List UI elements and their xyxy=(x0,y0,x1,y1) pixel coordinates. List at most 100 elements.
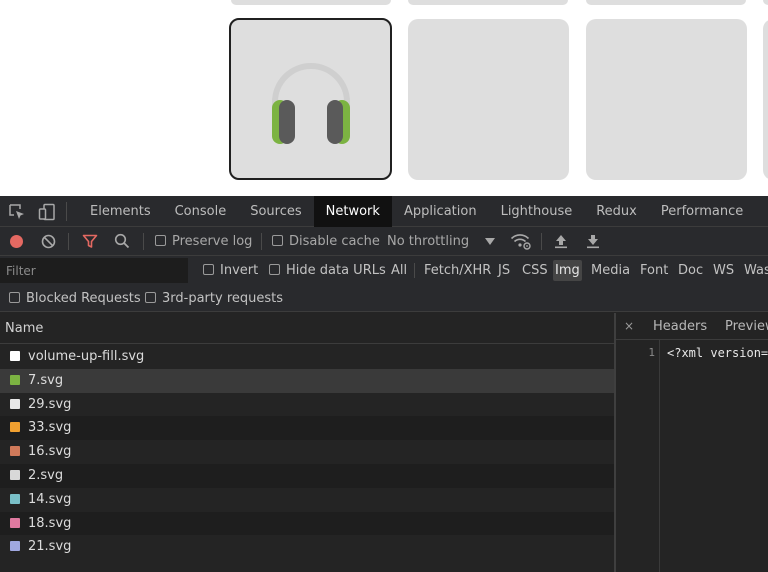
disable-cache-label: Disable cache xyxy=(289,234,380,249)
filter-input[interactable] xyxy=(0,258,188,283)
tab-performance[interactable]: Performance xyxy=(649,196,755,227)
request-row[interactable]: volume-up-fill.svg xyxy=(0,345,614,369)
request-row[interactable]: 16.svg xyxy=(0,440,614,464)
tab-sources[interactable]: Sources xyxy=(238,196,313,227)
headphones-icon xyxy=(272,63,350,144)
tab-preview[interactable]: Preview xyxy=(725,313,768,340)
tile-top-3[interactable] xyxy=(586,0,746,5)
request-name: 16.svg xyxy=(28,444,72,460)
name-column-header[interactable]: Name xyxy=(0,313,614,344)
toolbar-divider xyxy=(541,233,542,250)
record-icon[interactable] xyxy=(9,234,24,249)
preserve-log-checkbox[interactable]: Preserve log xyxy=(155,227,252,256)
hide-data-urls-checkbox[interactable]: Hide data URLs xyxy=(269,256,386,285)
export-har-icon[interactable] xyxy=(586,234,600,249)
checkbox-box[interactable] xyxy=(155,235,166,246)
clear-icon[interactable] xyxy=(41,234,56,249)
tabbar-divider xyxy=(66,202,67,221)
type-filter-wasm[interactable]: Was xyxy=(742,260,768,281)
type-filter-doc[interactable]: Doc xyxy=(676,260,705,281)
file-type-icon xyxy=(10,469,20,480)
tile-top-4[interactable] xyxy=(763,0,768,5)
file-type-icon xyxy=(10,517,20,528)
request-row[interactable]: 29.svg xyxy=(0,392,614,417)
toolbar-divider xyxy=(68,233,69,250)
checkbox-box[interactable] xyxy=(9,292,20,303)
file-type-icon xyxy=(10,374,20,385)
checkbox-box[interactable] xyxy=(145,292,156,303)
devtools-tab-bar: Elements Console Sources Network Applica… xyxy=(0,196,768,227)
tab-elements[interactable]: Elements xyxy=(78,196,163,227)
type-filter-css[interactable]: CSS xyxy=(520,260,550,281)
type-filter-font[interactable]: Font xyxy=(638,260,670,281)
file-type-icon xyxy=(10,398,20,409)
web-page xyxy=(0,0,768,196)
type-filter-img[interactable]: Img xyxy=(553,260,582,281)
third-party-requests-label: 3rd-party requests xyxy=(162,291,284,306)
close-icon[interactable]: × xyxy=(624,313,634,340)
network-conditions-icon[interactable] xyxy=(510,233,532,250)
type-filter-all[interactable]: All xyxy=(389,260,409,281)
chevron-down-icon[interactable] xyxy=(485,238,495,245)
response-code: <?xml version= xyxy=(667,346,768,360)
line-number: 1 xyxy=(648,346,655,359)
device-toolbar-icon[interactable] xyxy=(38,203,56,221)
tile-2[interactable] xyxy=(408,19,569,180)
request-name: 33.svg xyxy=(28,420,72,436)
filter-bar: Invert Hide data URLs All Fetch/XHR JS C… xyxy=(0,256,768,285)
request-row[interactable]: 7.svg xyxy=(0,368,614,393)
toolbar-divider xyxy=(261,233,262,250)
type-filter-fetch-xhr[interactable]: Fetch/XHR xyxy=(422,260,493,281)
tab-application[interactable]: Application xyxy=(392,196,489,227)
search-icon[interactable] xyxy=(114,233,130,249)
detail-tabs: × Headers Preview xyxy=(616,313,768,340)
tile-3[interactable] xyxy=(586,19,747,180)
request-name: 21.svg xyxy=(28,539,72,555)
request-row[interactable]: 2.svg xyxy=(0,463,614,488)
request-name: 7.svg xyxy=(28,372,64,388)
preserve-log-label: Preserve log xyxy=(172,234,253,249)
disable-cache-checkbox[interactable]: Disable cache xyxy=(272,227,380,256)
request-name: volume-up-fill.svg xyxy=(28,349,145,364)
checkbox-box[interactable] xyxy=(272,235,283,246)
toolbar-divider xyxy=(143,233,144,250)
request-row[interactable]: 18.svg xyxy=(0,511,614,536)
tab-console[interactable]: Console xyxy=(163,196,239,227)
checkbox-box[interactable] xyxy=(203,264,214,275)
file-type-icon xyxy=(10,541,20,552)
type-filter-media[interactable]: Media xyxy=(589,260,632,281)
invert-label: Invert xyxy=(220,263,259,278)
request-name: 18.svg xyxy=(28,515,72,531)
inspect-element-icon[interactable] xyxy=(8,203,26,221)
request-name: 29.svg xyxy=(28,396,72,412)
request-row[interactable]: 33.svg xyxy=(0,416,614,441)
import-har-icon[interactable] xyxy=(554,234,568,249)
tile-top-1[interactable] xyxy=(231,0,391,5)
request-list: Name volume-up-fill.svg 7.svg 29.svg 33.svg… xyxy=(0,313,614,572)
tab-lighthouse[interactable]: Lighthouse xyxy=(489,196,585,227)
checkbox-box[interactable] xyxy=(269,264,280,275)
type-filter-js[interactable]: JS xyxy=(496,260,512,281)
tab-redux[interactable]: Redux xyxy=(584,196,649,227)
request-row[interactable]: 14.svg xyxy=(0,487,614,512)
tab-headers[interactable]: Headers xyxy=(653,313,707,340)
type-filter-ws[interactable]: WS xyxy=(711,260,736,281)
tile-top-2[interactable] xyxy=(408,0,568,5)
tab-network[interactable]: Network xyxy=(313,196,392,227)
filter-divider xyxy=(414,263,415,278)
network-toolbar: Preserve log Disable cache No throttling xyxy=(0,227,768,256)
request-name: 14.svg xyxy=(28,491,72,507)
filter-icon[interactable] xyxy=(82,234,98,249)
tile-headphones[interactable] xyxy=(229,18,392,180)
tab-memory[interactable]: Me xyxy=(755,196,768,227)
third-party-requests-checkbox[interactable]: 3rd-party requests xyxy=(145,284,283,313)
request-rows: volume-up-fill.svg 7.svg 29.svg 33.svg 16.sv… xyxy=(0,345,614,560)
blocked-requests-checkbox[interactable]: Blocked Requests xyxy=(9,284,141,313)
invert-checkbox[interactable]: Invert xyxy=(203,256,258,285)
throttling-value: No throttling xyxy=(387,234,470,249)
request-row[interactable]: 21.svg xyxy=(0,535,614,560)
tile-4[interactable] xyxy=(763,19,768,180)
throttling-select[interactable]: No throttling xyxy=(387,227,469,256)
file-type-icon xyxy=(10,446,20,457)
devtools-panel: Elements Console Sources Network Applica… xyxy=(0,196,768,572)
